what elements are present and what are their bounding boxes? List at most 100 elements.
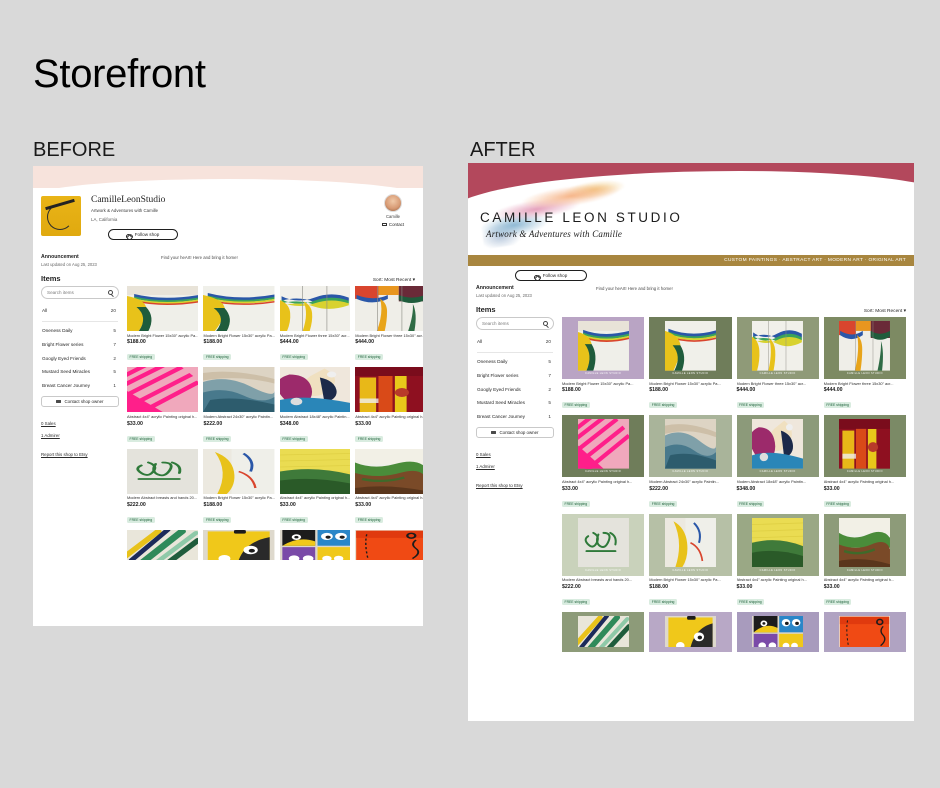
announcement-title: Announcement xyxy=(476,285,514,291)
search-input[interactable]: Search items xyxy=(476,317,554,330)
sidebar-item-oneness-daily[interactable]: Oneness Daily 5 xyxy=(476,355,554,369)
product-card[interactable]: CAMILLE LEON STUDIO Modern Bright Flower … xyxy=(649,513,732,608)
contact-shop-owner-button[interactable]: Contact shop owner xyxy=(476,427,554,439)
product-card[interactable]: CAMILLE LEON STUDIO Abstract 4x4" acrylic… xyxy=(736,513,819,608)
product-card[interactable]: CAMILLE LEON STUDIO Modern Bright Flower … xyxy=(562,317,645,411)
product-thumbnail[interactable] xyxy=(127,529,199,560)
product-card[interactable]: Abstract 4x4" acrylic Painting original … xyxy=(127,367,199,444)
product-card[interactable]: CAMILLE LEON STUDIO Modern Bright Flower … xyxy=(736,317,819,411)
product-thumbnail[interactable]: CAMILLE LEON STUDIO xyxy=(823,415,906,478)
contact-link[interactable]: Contact xyxy=(371,222,415,227)
product-thumbnail[interactable] xyxy=(279,448,351,494)
product-thumbnail[interactable]: CAMILLE LEON STUDIO xyxy=(736,415,819,478)
sidebar-item-breast-cancer-journey[interactable]: Breast Cancer Journey 1 xyxy=(476,410,554,424)
product-thumbnail[interactable] xyxy=(127,286,199,331)
product-thumbnail[interactable] xyxy=(355,529,423,560)
product-card[interactable]: CAMILLE LEON STUDIO Modern Bright Flower … xyxy=(823,317,906,411)
product-thumbnail[interactable]: CAMILLE LEON STUDIO xyxy=(736,317,819,379)
product-thumbnail[interactable]: CAMILLE LEON STUDIO xyxy=(562,415,645,478)
report-shop-link[interactable]: Report this shop to Etsy xyxy=(476,483,554,488)
product-thumbnail[interactable] xyxy=(279,286,351,331)
product-card[interactable] xyxy=(203,529,275,560)
sales-link[interactable]: 0 Sales xyxy=(41,421,119,426)
product-card[interactable]: CAMILLE LEON STUDIO Modern Abstract 24x30… xyxy=(649,415,732,509)
product-card[interactable] xyxy=(562,611,645,652)
sidebar-item-bright-flower-series[interactable]: Bright Flower series 7 xyxy=(476,369,554,383)
product-thumbnail[interactable] xyxy=(127,367,199,413)
sales-link[interactable]: 0 Sales xyxy=(476,452,554,457)
product-card[interactable]: Modern Bright Flower three 15x30" acr...… xyxy=(355,286,423,363)
sort-dropdown[interactable]: Sort: Most Recent ▾ xyxy=(373,278,415,283)
sidebar-item-mustard-seed-miracles[interactable]: Mustard Seed Miracles 5 xyxy=(41,365,119,379)
product-card[interactable] xyxy=(279,529,351,560)
product-card[interactable]: Modern Bright Flower three 15x30" acr...… xyxy=(279,286,351,363)
sidebar-item-googly-eyed-friends[interactable]: Googly Eyed Friends 2 xyxy=(476,382,554,396)
product-card[interactable] xyxy=(649,611,732,652)
product-card[interactable]: Abstract 4x4" acrylic Painting original … xyxy=(355,448,423,526)
product-card[interactable]: Modern Abstract 24x30" acrylic Paintin..… xyxy=(203,367,275,444)
sidebar-item-all[interactable]: All 20 xyxy=(476,335,554,349)
product-card[interactable]: Modern Bright Flower 15x30" acrylic Pa..… xyxy=(127,286,199,363)
product-card[interactable] xyxy=(127,529,199,560)
product-card[interactable]: Abstract 4x4" acrylic Painting original … xyxy=(279,448,351,526)
artwork-image xyxy=(752,320,804,371)
product-card[interactable]: CAMILLE LEON STUDIO Modern Abstract breas… xyxy=(562,513,645,608)
sidebar-item-mustard-seed-miracles[interactable]: Mustard Seed Miracles 5 xyxy=(476,396,554,410)
product-card[interactable]: Modern Bright Flower 15x30" acrylic Pa..… xyxy=(203,448,275,526)
product-thumbnail[interactable] xyxy=(279,529,351,560)
product-card[interactable] xyxy=(736,611,819,652)
product-thumbnail[interactable] xyxy=(279,367,351,413)
product-card[interactable] xyxy=(355,529,423,560)
divider xyxy=(477,351,553,353)
follow-shop-label: Follow shop xyxy=(542,273,568,278)
product-thumbnail[interactable] xyxy=(823,611,906,652)
product-thumbnail[interactable] xyxy=(355,286,423,331)
admirers-link[interactable]: 1 Admirer xyxy=(476,464,554,469)
product-thumbnail[interactable] xyxy=(649,611,732,652)
free-shipping-badge: FREE shipping xyxy=(649,500,677,507)
sort-dropdown[interactable]: Sort: Most Recent ▾ xyxy=(864,309,906,314)
report-shop-link[interactable]: Report this shop to Etsy xyxy=(41,452,119,457)
product-thumbnail[interactable]: CAMILLE LEON STUDIO xyxy=(649,415,732,478)
product-card[interactable]: Modern Abstract breasts and hands 20... $… xyxy=(127,448,199,526)
product-card[interactable]: Modern Abstract 18x48" acrylic Paintin..… xyxy=(279,367,351,444)
search-input[interactable]: Search items xyxy=(41,286,119,299)
product-thumbnail[interactable] xyxy=(127,448,199,494)
product-thumbnail[interactable] xyxy=(203,286,275,331)
artwork-image xyxy=(577,616,629,648)
product-thumbnail[interactable] xyxy=(355,367,423,413)
product-card[interactable]: CAMILLE LEON STUDIO Modern Bright Flower … xyxy=(649,317,732,411)
product-thumbnail[interactable] xyxy=(203,529,275,560)
product-thumbnail[interactable] xyxy=(203,448,275,494)
product-card[interactable] xyxy=(823,611,906,652)
product-card[interactable]: CAMILLE LEON STUDIO Abstract 4x4" acrylic… xyxy=(823,415,906,509)
product-thumbnail[interactable]: CAMILLE LEON STUDIO xyxy=(823,513,906,576)
product-card[interactable]: Abstract 4x4" acrylic Painting original … xyxy=(355,367,423,444)
product-thumbnail[interactable]: CAMILLE LEON STUDIO xyxy=(823,317,906,379)
product-thumbnail[interactable] xyxy=(562,611,645,652)
product-card[interactable]: Modern Bright Flower 15x30" acrylic Pa..… xyxy=(203,286,275,363)
product-title: Modern Bright Flower 15x30" acrylic Pa..… xyxy=(649,578,721,583)
admirers-link[interactable]: 1 Admirer xyxy=(41,433,119,438)
contact-shop-owner-button[interactable]: Contact shop owner xyxy=(41,396,119,408)
product-thumbnail[interactable] xyxy=(203,367,275,413)
follow-shop-button[interactable]: Follow shop xyxy=(108,229,178,240)
sidebar-item-all[interactable]: All 20 xyxy=(41,304,119,318)
product-title: Modern Bright Flower three 15x30" acr... xyxy=(355,333,423,338)
product-card[interactable]: CAMILLE LEON STUDIO Abstract 4x4" acrylic… xyxy=(562,415,645,509)
product-thumbnail[interactable] xyxy=(355,448,423,494)
sidebar-item-breast-cancer-journey[interactable]: Breast Cancer Journey 1 xyxy=(41,379,119,393)
product-card[interactable]: CAMILLE LEON STUDIO Abstract 4x4" acrylic… xyxy=(823,513,906,608)
product-thumbnail[interactable]: CAMILLE LEON STUDIO xyxy=(736,513,819,576)
product-thumbnail[interactable]: CAMILLE LEON STUDIO xyxy=(649,513,732,576)
product-card[interactable]: CAMILLE LEON STUDIO Modern Abstract 18x48… xyxy=(736,415,819,509)
sidebar-item-oneness-daily[interactable]: Oneness Daily 5 xyxy=(41,324,119,338)
product-price: $444.00 xyxy=(355,339,375,346)
product-thumbnail[interactable]: CAMILLE LEON STUDIO xyxy=(562,317,645,379)
product-thumbnail[interactable] xyxy=(736,611,819,652)
sidebar-item-bright-flower-series[interactable]: Bright Flower series 7 xyxy=(41,338,119,352)
sidebar-item-googly-eyed-friends[interactable]: Googly Eyed Friends 2 xyxy=(41,351,119,365)
follow-shop-button[interactable]: Follow shop xyxy=(515,270,587,281)
product-thumbnail[interactable]: CAMILLE LEON STUDIO xyxy=(562,513,645,576)
product-thumbnail[interactable]: CAMILLE LEON STUDIO xyxy=(649,317,732,379)
